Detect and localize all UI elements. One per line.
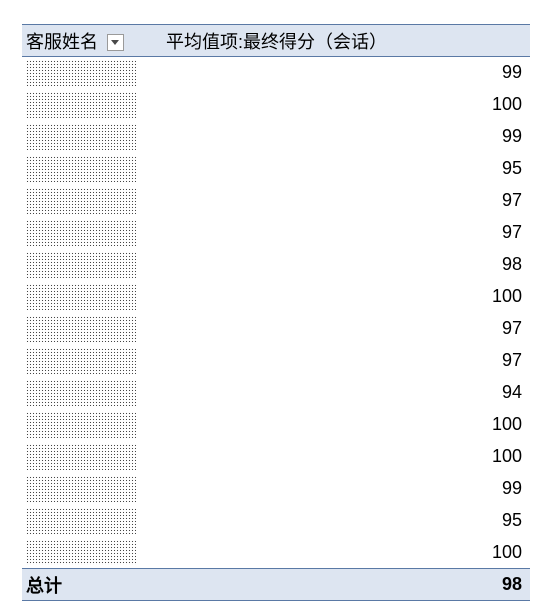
name-cell (22, 121, 162, 153)
redacted-name (26, 92, 136, 118)
value-cell: 97 (162, 185, 530, 217)
col-header-value: 平均值项:最终得分（会话） (162, 25, 530, 57)
redacted-name (26, 60, 136, 86)
name-cell (22, 409, 162, 441)
value-cell: 99 (162, 57, 530, 89)
redacted-name (26, 252, 136, 278)
table-row: 99 (22, 473, 530, 505)
redacted-name (26, 124, 136, 150)
value-cell: 100 (162, 281, 530, 313)
total-label: 总计 (22, 569, 162, 601)
table-row: 95 (22, 505, 530, 537)
col-header-name[interactable]: 客服姓名 (22, 25, 162, 57)
col-name-label: 客服姓名 (26, 32, 98, 52)
name-cell (22, 89, 162, 121)
value-cell: 97 (162, 313, 530, 345)
table-row: 97 (22, 217, 530, 249)
name-cell (22, 153, 162, 185)
name-cell (22, 537, 162, 569)
redacted-name (26, 476, 136, 502)
table-row: 97 (22, 185, 530, 217)
name-cell (22, 377, 162, 409)
table-row: 100 (22, 537, 530, 569)
total-row: 总计98 (22, 569, 530, 601)
table-row: 100 (22, 281, 530, 313)
redacted-name (26, 380, 136, 406)
name-cell (22, 249, 162, 281)
value-cell: 97 (162, 217, 530, 249)
value-cell: 100 (162, 441, 530, 473)
value-cell: 100 (162, 409, 530, 441)
name-cell (22, 313, 162, 345)
redacted-name (26, 540, 136, 566)
table-row: 100 (22, 441, 530, 473)
table-row: 97 (22, 313, 530, 345)
redacted-name (26, 348, 136, 374)
redacted-name (26, 412, 136, 438)
table-row: 98 (22, 249, 530, 281)
value-cell: 97 (162, 345, 530, 377)
name-cell (22, 345, 162, 377)
value-cell: 99 (162, 473, 530, 505)
total-value: 98 (162, 569, 530, 601)
name-cell (22, 217, 162, 249)
table-row: 99 (22, 121, 530, 153)
redacted-name (26, 284, 136, 310)
table-row: 97 (22, 345, 530, 377)
redacted-name (26, 316, 136, 342)
pivot-table: 客服姓名 平均值项:最终得分（会话） 991009995979798100979… (22, 24, 530, 601)
value-cell: 100 (162, 89, 530, 121)
name-cell (22, 505, 162, 537)
table-row: 99 (22, 57, 530, 89)
col-value-label: 平均值项:最终得分（会话） (166, 32, 387, 52)
name-cell (22, 473, 162, 505)
name-cell (22, 281, 162, 313)
table-row: 95 (22, 153, 530, 185)
value-cell: 99 (162, 121, 530, 153)
name-cell (22, 441, 162, 473)
value-cell: 95 (162, 505, 530, 537)
table-row: 94 (22, 377, 530, 409)
redacted-name (26, 444, 136, 470)
table-row: 100 (22, 409, 530, 441)
header-row: 客服姓名 平均值项:最终得分（会话） (22, 25, 530, 57)
redacted-name (26, 508, 136, 534)
value-cell: 98 (162, 249, 530, 281)
name-cell (22, 185, 162, 217)
redacted-name (26, 188, 136, 214)
redacted-name (26, 156, 136, 182)
name-cell (22, 57, 162, 89)
value-cell: 100 (162, 537, 530, 569)
filter-dropdown-icon[interactable] (107, 34, 124, 51)
value-cell: 95 (162, 153, 530, 185)
redacted-name (26, 220, 136, 246)
value-cell: 94 (162, 377, 530, 409)
table-row: 100 (22, 89, 530, 121)
